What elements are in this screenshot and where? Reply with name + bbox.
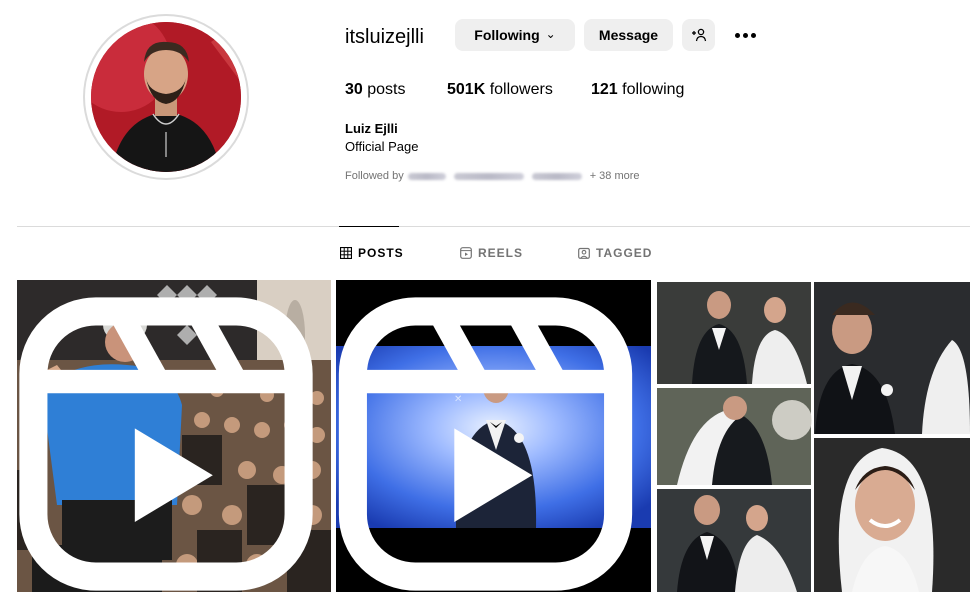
suggest-users-button[interactable] xyxy=(682,19,715,51)
chevron-down-icon: ⌄ xyxy=(545,27,556,41)
blurred-username xyxy=(407,172,446,180)
post-thumbnail-concert[interactable] xyxy=(17,280,331,592)
tab-tagged-label: TAGGED xyxy=(596,246,653,260)
message-button-label: Message xyxy=(598,27,659,43)
avatar-image xyxy=(91,22,241,172)
tab-tagged[interactable]: TAGGED xyxy=(578,246,652,260)
more-options-icon[interactable] xyxy=(733,24,757,46)
post-thumbnail-stage[interactable]: ✕ ✕ xyxy=(336,280,651,592)
posts-count: 30 xyxy=(345,81,363,98)
add-user-icon xyxy=(691,28,706,42)
followed-by-prefix: Followed by xyxy=(345,170,404,182)
followed-by[interactable]: Followed by + 38 more xyxy=(345,170,640,182)
blurred-username xyxy=(453,172,524,180)
tagged-icon xyxy=(578,247,590,259)
followers-label: followers xyxy=(489,81,553,98)
tabs-divider xyxy=(17,226,970,227)
reel-icon xyxy=(19,297,313,591)
stat-following[interactable]: 121 following xyxy=(591,80,684,100)
followed-by-more: + 38 more xyxy=(589,170,640,182)
active-tab-indicator xyxy=(339,226,399,227)
following-label: following xyxy=(622,81,685,98)
tab-posts[interactable]: POSTS xyxy=(340,246,404,260)
username: itsluizejlli xyxy=(345,26,424,48)
tab-reels[interactable]: REELS xyxy=(460,246,523,260)
blurred-username xyxy=(531,172,582,180)
category-label: Official Page xyxy=(345,139,419,154)
full-name: Luiz Ejlli xyxy=(345,121,398,136)
post-thumbnail-wedding-collage[interactable] xyxy=(657,280,970,592)
profile-avatar-ring[interactable] xyxy=(83,14,249,180)
avatar[interactable] xyxy=(91,22,241,172)
posts-label: posts xyxy=(367,81,406,98)
following-count: 121 xyxy=(591,81,618,98)
tab-reels-label: REELS xyxy=(478,246,524,260)
stat-posts: 30 posts xyxy=(345,80,406,100)
message-button[interactable]: Message xyxy=(584,19,673,51)
reels-icon xyxy=(460,247,472,259)
following-button[interactable]: Following ⌄ xyxy=(455,19,575,51)
stat-followers[interactable]: 501K followers xyxy=(447,80,553,100)
wedding-collage-image xyxy=(657,280,970,592)
grid-icon xyxy=(340,247,352,259)
following-button-label: Following xyxy=(474,27,540,43)
tab-posts-label: POSTS xyxy=(358,246,404,260)
followers-count: 501K xyxy=(447,81,486,98)
reel-icon xyxy=(338,297,633,591)
